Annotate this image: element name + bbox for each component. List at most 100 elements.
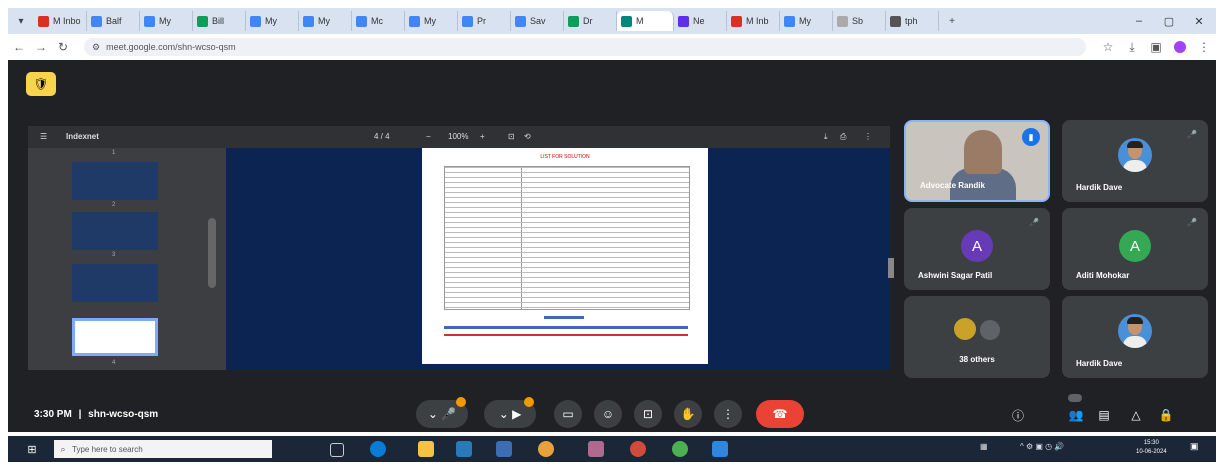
profile-avatar[interactable]: [1168, 36, 1192, 58]
photos-icon[interactable]: [712, 441, 728, 457]
mail-icon[interactable]: [496, 441, 512, 457]
pdf-zoom: 100%: [448, 132, 469, 141]
thumbnail-page-4[interactable]: [72, 318, 158, 356]
rotate-icon[interactable]: ⟲: [524, 132, 531, 141]
task-view-icon[interactable]: [330, 443, 344, 457]
chat-icon[interactable]: ▤: [1094, 405, 1114, 425]
thumb-number: 2: [112, 202, 116, 208]
tray-icons[interactable]: ^ ⚙ ▣ ◷ 🔊: [1020, 442, 1064, 451]
people-icon[interactable]: 👥: [1066, 405, 1086, 425]
browser-tab[interactable]: Sb: [833, 11, 886, 31]
tab-search-icon[interactable]: ▾: [12, 12, 30, 30]
file-explorer-icon[interactable]: [418, 441, 434, 457]
windows-start-icon[interactable]: ⊞: [24, 441, 40, 457]
others-tile[interactable]: 38 others: [904, 296, 1050, 378]
store-icon[interactable]: [456, 441, 472, 457]
pdf-viewport: LIST FOR SOLUTION: [226, 148, 894, 370]
bookmark-star-icon[interactable]: ☆: [1096, 36, 1120, 58]
tab-label: Dr: [583, 16, 593, 26]
browser-tab[interactable]: tph: [886, 11, 939, 31]
participant-tile[interactable]: 🎤 Hardik Dave: [1062, 120, 1208, 202]
activities-icon[interactable]: △: [1126, 405, 1146, 425]
participant-name: 38 others: [959, 355, 995, 364]
chrome-profile-icon[interactable]: [630, 441, 646, 457]
minimize-icon[interactable]: –: [1124, 8, 1154, 34]
meeting-details-icon[interactable]: ⓘ: [1008, 405, 1028, 425]
host-controls-icon[interactable]: 🛡: [26, 72, 56, 96]
url-field[interactable]: ⚙ meet.google.com/shn-wcso-qsm: [84, 38, 1086, 56]
browser-tab[interactable]: My: [780, 11, 833, 31]
pdf-footer-line: [444, 326, 688, 329]
browser-tab[interactable]: Pr: [458, 11, 511, 31]
thumbnail-page-2[interactable]: [72, 212, 158, 250]
maximize-icon[interactable]: ▢: [1154, 8, 1184, 34]
chrome-icon[interactable]: [538, 441, 554, 457]
thumbnail-page-3[interactable]: [72, 264, 158, 302]
edge-icon[interactable]: [370, 441, 386, 457]
keyboard-icon[interactable]: ▦: [980, 442, 988, 451]
new-tab-icon[interactable]: +: [943, 12, 961, 30]
reload-icon[interactable]: ↻: [52, 36, 74, 58]
browser-tab[interactable]: Ne: [674, 11, 727, 31]
mic-off-icon: 🎤: [1187, 129, 1197, 139]
host-lock-icon[interactable]: 🔒: [1156, 405, 1176, 425]
raise-hand-button[interactable]: ✋: [674, 400, 702, 428]
tab-favicon-icon: [678, 15, 689, 27]
browser-tab[interactable]: My: [140, 11, 193, 31]
emoji-button[interactable]: ☺: [594, 400, 622, 428]
search-icon: ⌕: [60, 443, 66, 454]
browser-tab[interactable]: Balf: [87, 11, 140, 31]
browser-tab[interactable]: M Inbo: [34, 11, 87, 31]
present-button[interactable]: ⊡: [634, 400, 662, 428]
pdf-print-icon[interactable]: ⎙: [840, 132, 846, 142]
zoom-in-icon[interactable]: +: [480, 132, 485, 141]
mic-off-icon: 🎤: [1029, 217, 1039, 227]
thumbnail-page-1[interactable]: [72, 162, 158, 200]
taskbar-clock[interactable]: 15:30 10-06-2024: [1136, 439, 1167, 457]
tab-favicon-icon: [38, 15, 49, 27]
tab-favicon-icon: [250, 15, 261, 27]
tab-favicon-icon: [144, 15, 155, 27]
chrome-profile-icon[interactable]: [672, 441, 688, 457]
thumbnail-scrollbar[interactable]: [208, 218, 216, 288]
fit-page-icon[interactable]: ⊡: [508, 132, 515, 141]
browser-menu-icon[interactable]: ⋮: [1192, 36, 1216, 58]
browser-tab[interactable]: My: [405, 11, 458, 31]
browser-tab[interactable]: M: [617, 11, 674, 31]
forward-icon[interactable]: →: [30, 36, 52, 58]
leave-call-button[interactable]: ☎: [756, 400, 804, 428]
extensions-icon[interactable]: ▣: [1144, 36, 1168, 58]
pdf-download-icon[interactable]: ⤓: [824, 132, 828, 142]
avatar: [980, 320, 1000, 340]
participant-tile[interactable]: Hardik Dave: [1062, 296, 1208, 378]
download-icon[interactable]: ⤓: [1120, 36, 1144, 58]
app-icon[interactable]: [588, 441, 604, 457]
captions-button[interactable]: ▭: [554, 400, 582, 428]
site-info-icon[interactable]: ⚙: [92, 42, 100, 53]
mic-button[interactable]: ⌄ 🎤: [416, 397, 468, 428]
participant-tile[interactable]: 🎤 A Aditi Mohokar: [1062, 208, 1208, 290]
notification-icon[interactable]: ▣: [1190, 441, 1204, 455]
pdf-more-icon[interactable]: ⋮: [864, 132, 872, 141]
tab-favicon-icon: [515, 15, 526, 27]
tab-label: Bill: [212, 16, 225, 26]
browser-tab[interactable]: My: [299, 11, 352, 31]
pdf-page-heading: LIST FOR SOLUTION: [540, 154, 590, 160]
pdf-menu-icon[interactable]: ☰: [40, 132, 47, 141]
browser-tab[interactable]: Dr: [564, 11, 617, 31]
browser-tab[interactable]: Bill: [193, 11, 246, 31]
zoom-out-icon[interactable]: −: [426, 132, 431, 141]
participant-tile[interactable]: 🎤 A Ashwini Sagar Patil: [904, 208, 1050, 290]
taskbar-search[interactable]: ⌕ Type here to search: [54, 440, 272, 458]
back-icon[interactable]: ←: [8, 36, 30, 58]
pdf-scrollbar[interactable]: [888, 258, 894, 278]
more-options-button[interactable]: ⋮: [714, 400, 742, 428]
browser-tab[interactable]: My: [246, 11, 299, 31]
participant-tile-video[interactable]: ▮ Advocate Randik: [904, 120, 1050, 202]
meeting-time: 3:30 PM: [34, 409, 72, 420]
close-icon[interactable]: ✕: [1184, 8, 1214, 34]
camera-button[interactable]: ⌄ ▶: [484, 397, 536, 428]
browser-tab[interactable]: Sav: [511, 11, 564, 31]
browser-tab[interactable]: Mc: [352, 11, 405, 31]
browser-tab[interactable]: M Inb: [727, 11, 780, 31]
